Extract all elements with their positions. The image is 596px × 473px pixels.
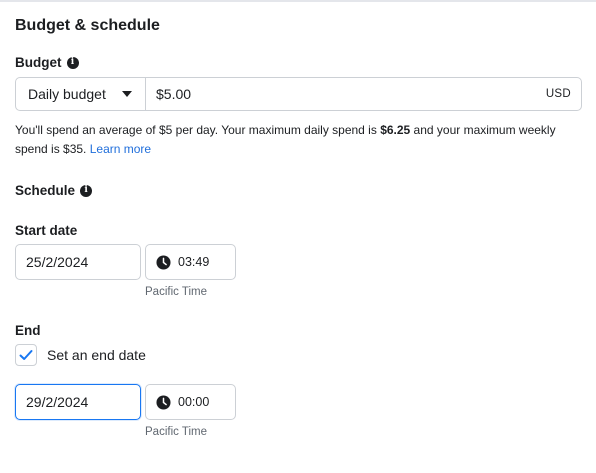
max-daily-spend: $6.25 xyxy=(380,123,411,137)
start-timezone: Pacific Time xyxy=(145,286,207,298)
clock-icon xyxy=(156,254,171,270)
end-timezone: Pacific Time xyxy=(145,426,207,438)
start-time-input[interactable]: 03:49 xyxy=(145,244,236,280)
learn-more-link[interactable]: Learn more xyxy=(90,142,151,156)
budget-input-group: Daily budget $5.00 USD xyxy=(15,77,582,111)
budget-type-dropdown[interactable]: Daily budget xyxy=(16,78,146,110)
end-time-value: 00:00 xyxy=(178,395,210,409)
end-date-checkbox[interactable] xyxy=(15,344,37,366)
help-text-part1: You'll spend an average of $5 per day. Y… xyxy=(15,123,381,137)
budget-amount-input[interactable]: $5.00 USD xyxy=(146,78,581,110)
end-date-checkbox-label: Set an end date xyxy=(47,347,146,363)
schedule-label: Schedule i xyxy=(15,183,93,198)
start-date-label: Start date xyxy=(15,223,78,238)
end-date-checkbox-row[interactable]: Set an end date xyxy=(15,344,146,366)
budget-label: Budget i xyxy=(15,55,79,70)
currency-label: USD xyxy=(545,88,571,100)
section-title: Budget & schedule xyxy=(15,17,160,34)
end-date-input[interactable]: 29/2/2024 xyxy=(15,384,141,420)
schedule-label-text: Schedule xyxy=(15,183,76,198)
clock-icon xyxy=(156,394,171,410)
info-icon[interactable]: i xyxy=(66,56,79,69)
info-icon[interactable]: i xyxy=(80,184,93,197)
end-label: End xyxy=(15,323,41,338)
start-time-value: 03:49 xyxy=(178,255,210,269)
checkmark-icon xyxy=(19,350,33,360)
top-divider xyxy=(0,0,596,2)
budget-type-value: Daily budget xyxy=(28,86,106,102)
caret-down-icon xyxy=(122,91,132,97)
end-time-input[interactable]: 00:00 xyxy=(145,384,236,420)
start-date-input[interactable]: 25/2/2024 xyxy=(15,244,141,280)
budget-amount-value: $5.00 xyxy=(156,86,192,102)
budget-help-text: You'll spend an average of $5 per day. Y… xyxy=(15,121,575,159)
budget-schedule-panel: Budget & schedule Budget i Daily budget … xyxy=(0,0,596,473)
budget-label-text: Budget xyxy=(15,55,62,70)
